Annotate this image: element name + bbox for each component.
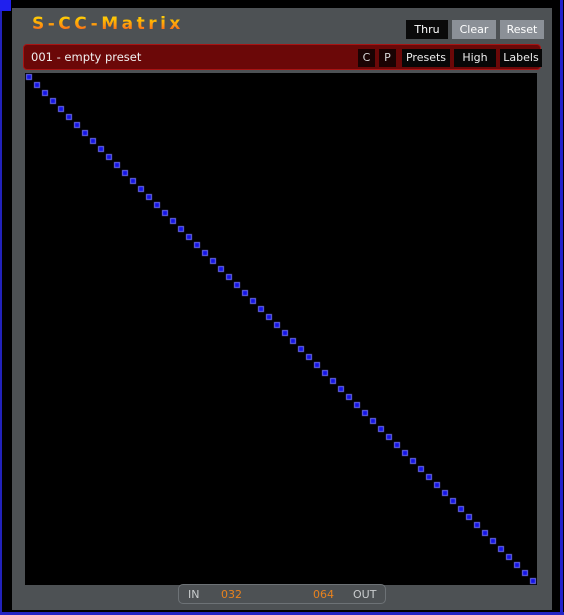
preset-name-label: 001 - empty preset xyxy=(31,50,142,64)
matrix-cells-canvas[interactable] xyxy=(25,73,537,585)
thru-button[interactable]: Thru xyxy=(406,20,448,39)
window-frame-right-edge xyxy=(560,0,563,613)
window-frame-corner-marker xyxy=(0,0,11,11)
high-button[interactable]: High xyxy=(454,49,496,67)
output-value: 064 xyxy=(313,588,334,601)
copy-button[interactable]: C xyxy=(358,49,375,67)
labels-button[interactable]: Labels xyxy=(500,49,542,67)
status-bar: IN 032 064 OUT xyxy=(178,584,386,604)
presets-button[interactable]: Presets xyxy=(402,49,450,67)
routing-matrix-grid[interactable] xyxy=(25,73,537,585)
preset-bar[interactable]: 001 - empty preset C P Presets High Labe… xyxy=(23,44,542,70)
output-label: OUT xyxy=(353,588,377,601)
header-bar: S-CC-Matrix Thru Clear Reset xyxy=(12,8,552,44)
input-value: 032 xyxy=(221,588,242,601)
window-frame-left-edge xyxy=(0,0,2,613)
application-root: S-CC-Matrix Thru Clear Reset 001 - empty… xyxy=(0,0,564,615)
input-label: IN xyxy=(188,588,200,601)
plugin-panel: S-CC-Matrix Thru Clear Reset 001 - empty… xyxy=(12,8,552,610)
paste-button[interactable]: P xyxy=(379,49,396,67)
clear-button[interactable]: Clear xyxy=(452,20,496,39)
reset-button[interactable]: Reset xyxy=(500,20,544,39)
page-title: S-CC-Matrix xyxy=(32,14,184,34)
